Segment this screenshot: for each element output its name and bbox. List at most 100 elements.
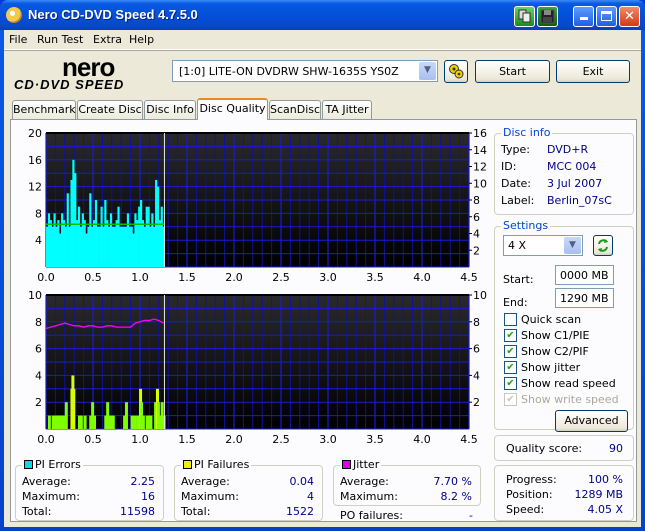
end-label: End: xyxy=(503,296,528,309)
show-jitter-checkbox[interactable]: ✔ xyxy=(504,361,517,374)
speed-select-value: 4 X xyxy=(508,239,527,252)
pi-error-bar xyxy=(49,220,52,267)
save-icon[interactable] xyxy=(537,6,558,27)
speed-select[interactable]: 4 X ▼ xyxy=(503,235,583,256)
pi-error-bar xyxy=(147,206,150,267)
pi-error-bar xyxy=(76,220,79,267)
y-tick-label-left: 8 xyxy=(35,207,42,220)
pi-error-bar xyxy=(64,226,67,267)
pi-failure-bar xyxy=(133,415,137,429)
pi-failure-bar xyxy=(111,415,115,429)
minimize-button[interactable] xyxy=(573,6,594,27)
chevron-down-icon[interactable]: ▼ xyxy=(419,62,436,80)
tab-disc-quality[interactable]: Disc Quality xyxy=(197,98,268,120)
pi-error-bar xyxy=(126,213,130,267)
show-c2-pif-checkbox[interactable]: ✔ xyxy=(504,345,517,358)
maximize-button[interactable] xyxy=(596,6,617,27)
x-tick-label: 2.0 xyxy=(225,271,243,284)
position-value: 1289 MB xyxy=(574,488,623,501)
y-tick-label-right: 8 xyxy=(473,316,480,329)
drive-select[interactable]: [1:0] LITE-ON DVDRW SHW-1635S YS0Z ▼ xyxy=(172,60,438,82)
menu-separator xyxy=(4,50,641,51)
pi-error-bar xyxy=(145,206,148,267)
chevron-down-icon[interactable]: ▼ xyxy=(564,237,581,254)
pi-failure-bar xyxy=(149,415,153,429)
pi-error-bar xyxy=(100,206,103,267)
jitter-group: Jitter Average: 7.70 % Maximum: 8.2 % xyxy=(333,458,481,506)
y-tick-label-right: 12 xyxy=(473,161,487,174)
x-tick-label: 0.5 xyxy=(84,433,102,446)
tab-ta-jitter[interactable]: TA Jitter xyxy=(322,100,372,120)
exit-button[interactable]: Exit xyxy=(556,60,630,83)
quality-score-group: Quality score: 90 xyxy=(494,435,634,461)
y-tick-label-left: 16 xyxy=(28,154,42,167)
pi-errors-title-text: PI Errors xyxy=(35,458,81,471)
x-tick-label: 4.0 xyxy=(413,433,431,446)
y-tick-label-left: 20 xyxy=(28,127,42,140)
tab-create-disc[interactable]: Create Disc xyxy=(77,100,143,120)
tab-disc-info[interactable]: Disc Info xyxy=(144,100,196,120)
pi-errors-swatch xyxy=(24,460,33,469)
settings-title: Settings xyxy=(501,219,551,232)
disc-id-value: MCC 004 xyxy=(547,160,597,173)
pi-failures-total-value: 1522 xyxy=(286,505,314,518)
x-tick-label: 3.0 xyxy=(319,271,337,284)
progress-label: Progress: xyxy=(506,473,557,486)
y-tick-label-left: 6 xyxy=(35,343,42,356)
refresh-speeds-button[interactable] xyxy=(593,235,613,256)
end-field[interactable]: 1290 MB xyxy=(555,288,614,308)
jitter-swatch xyxy=(342,460,351,469)
y-tick-label-right: 14 xyxy=(473,144,487,157)
y-tick-label-left: 8 xyxy=(35,316,42,329)
nero-logo: nero CD·DVD SPEED xyxy=(14,52,164,94)
y-tick-label-right: 6 xyxy=(473,211,480,224)
copy-icon[interactable] xyxy=(514,6,535,27)
title-bar[interactable]: Nero CD-DVD Speed 4.7.5.0 ✕ xyxy=(0,0,645,30)
pi-error-bar xyxy=(113,226,116,267)
pi-error-bar xyxy=(104,200,107,267)
speed-value: 4.05 X xyxy=(587,503,623,516)
tab-benchmark[interactable]: Benchmark xyxy=(12,100,76,120)
pi-error-bar xyxy=(57,220,60,267)
show-c1-pie-checkbox[interactable]: ✔ xyxy=(504,329,517,342)
y-tick-label-left: 2 xyxy=(35,396,42,409)
pi-error-bar xyxy=(140,200,143,267)
pi-error-bar xyxy=(96,226,99,267)
x-tick-label: 3.5 xyxy=(366,433,384,446)
tab-scandisc[interactable]: ScanDisc xyxy=(269,100,321,120)
close-button[interactable]: ✕ xyxy=(619,6,640,27)
pi-error-bar xyxy=(117,206,120,267)
advanced-button[interactable]: Advanced xyxy=(555,410,628,432)
start-field[interactable]: 0000 MB xyxy=(555,265,614,285)
menu-extra[interactable]: Extra xyxy=(93,33,122,46)
pi-failures-swatch xyxy=(183,460,192,469)
pi-error-bar xyxy=(62,220,66,267)
pi-error-bar xyxy=(81,213,84,267)
client-area: File Run Test Extra Help nero CD·DVD SPE… xyxy=(4,30,641,527)
pi-error-bar xyxy=(55,226,58,267)
pi-failure-bar xyxy=(130,415,134,429)
x-tick-label: 1.0 xyxy=(131,433,149,446)
pi-failures-average-value: 0.04 xyxy=(289,475,315,488)
menu-run-test[interactable]: Run Test xyxy=(37,33,83,46)
pi-error-bar xyxy=(94,200,98,267)
menu-file[interactable]: File xyxy=(9,33,27,46)
x-tick-label: 1.5 xyxy=(178,433,196,446)
window-title: Nero CD-DVD Speed 4.7.5.0 xyxy=(28,7,198,22)
y-tick-label-right: 4 xyxy=(473,228,480,241)
pi-error-bar xyxy=(61,213,64,267)
pi-errors-average-value: 2.25 xyxy=(130,475,156,488)
pi-error-bar xyxy=(89,193,92,267)
app-window: Nero CD-DVD Speed 4.7.5.0 ✕ File Run Tes… xyxy=(0,0,645,531)
x-tick-label: 3.0 xyxy=(319,433,337,446)
pi-error-bar xyxy=(68,226,71,267)
pi-error-bar xyxy=(72,159,75,267)
start-button[interactable]: Start xyxy=(475,60,550,83)
quick-scan-checkbox[interactable] xyxy=(504,313,517,326)
show-read-speed-checkbox[interactable]: ✔ xyxy=(504,377,517,390)
pi-error-bar xyxy=(158,220,161,267)
menu-help[interactable]: Help xyxy=(129,33,154,46)
y-tick-label-right: 2 xyxy=(473,244,480,257)
disc-info-title: Disc info xyxy=(501,126,553,139)
drive-refresh-button[interactable] xyxy=(444,60,468,83)
